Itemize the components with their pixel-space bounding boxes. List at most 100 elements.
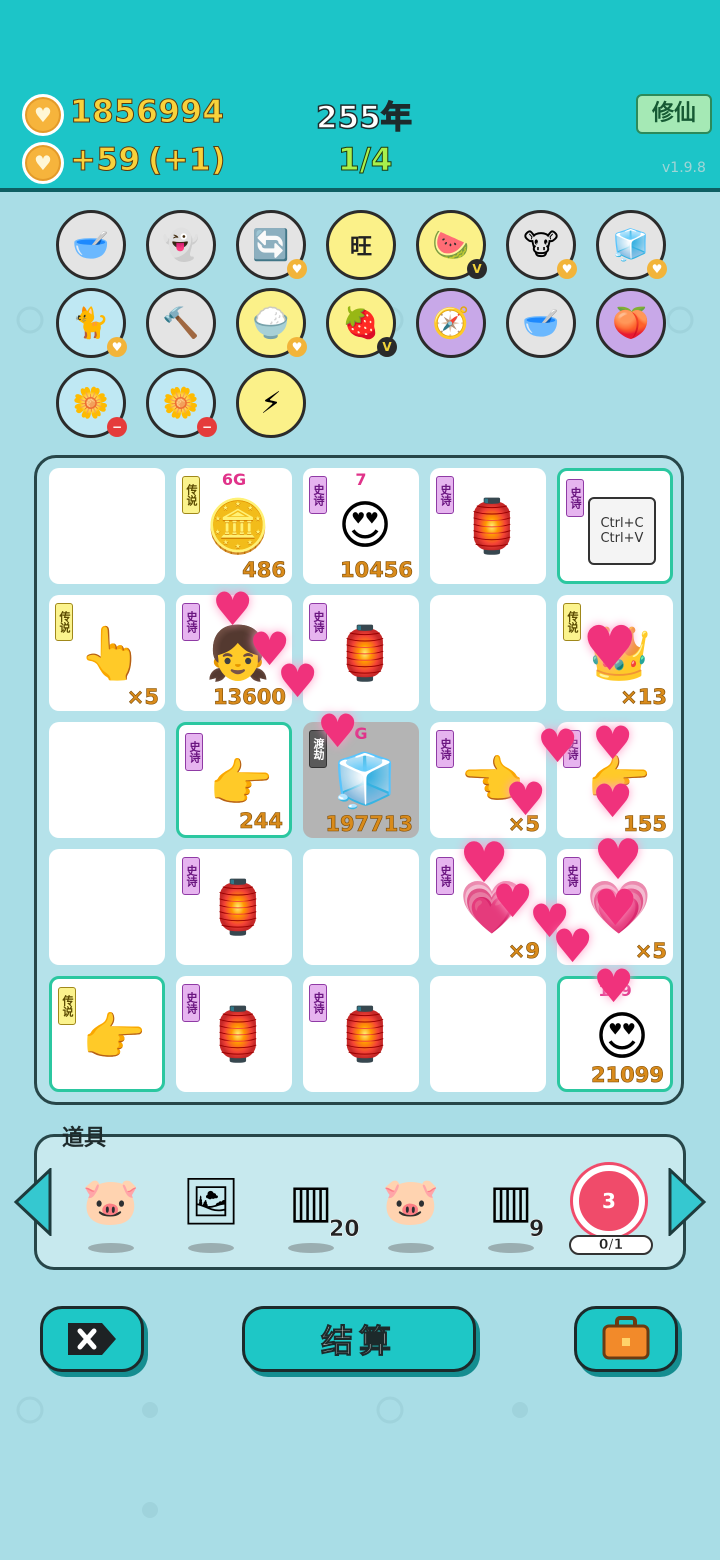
board-cell[interactable]: 史诗 🏮 bbox=[176, 976, 292, 1092]
ability-glyph: 🔨 bbox=[162, 305, 200, 341]
ability-glyph: 🥣 bbox=[72, 227, 110, 263]
board-cell[interactable] bbox=[49, 722, 165, 838]
vip-badge-icon: V bbox=[377, 337, 397, 357]
board-cell[interactable]: 史诗 🏮 bbox=[430, 468, 546, 584]
cell-item-icon: 🏮 bbox=[205, 877, 271, 938]
cell-value: 486 bbox=[242, 558, 286, 583]
board-cell[interactable]: 史诗 😍 7 10456 bbox=[303, 468, 419, 584]
minus-badge-icon: − bbox=[197, 417, 217, 437]
cat-back-icon[interactable]: 🐈 ♥ bbox=[56, 288, 127, 358]
cell-top-label: 109 bbox=[598, 981, 632, 1000]
header-bar: ♥ 1856994 ♥ +59 (+1) 255年 1/4 修仙 v1.9.8 bbox=[0, 0, 720, 192]
items-panel: 🐷 🖼 ▥ 20 🐷 ▥ 9 3 0/1 bbox=[34, 1134, 686, 1270]
cell-value: 10456 bbox=[339, 558, 414, 583]
cell-item-icon: 👆 bbox=[78, 623, 144, 684]
hammer-icon[interactable]: 🔨 bbox=[146, 288, 216, 358]
eyepatch-peach-icon[interactable]: 🍑 bbox=[596, 288, 666, 358]
piggy-bank-icon[interactable]: 🐷 bbox=[73, 1165, 149, 1237]
board-cell[interactable]: 传说 👉 bbox=[49, 976, 165, 1092]
vip-badge-icon: V bbox=[467, 259, 487, 279]
lightning-icon[interactable]: ⚡ bbox=[236, 368, 306, 438]
ghost-icon[interactable]: 👻 bbox=[146, 210, 216, 280]
board-cell[interactable]: 史诗 👧 13600 bbox=[176, 595, 292, 711]
cell-item-icon: 🏮 bbox=[459, 496, 525, 557]
fruit-basket-icon[interactable]: 🍓 V bbox=[326, 288, 397, 358]
cell-top-label: G bbox=[354, 724, 368, 743]
rice-bowl-icon[interactable]: 🍚 ♥ bbox=[236, 288, 307, 358]
item-glyph: ▥ bbox=[289, 1174, 333, 1228]
board-cell[interactable]: 史诗 Ctrl+C Ctrl+V bbox=[557, 468, 673, 584]
board-cell[interactable]: 史诗 🏮 bbox=[303, 976, 419, 1092]
board-cell[interactable]: 史诗 💗 ×9 bbox=[430, 849, 546, 965]
cell-value: 244 bbox=[239, 809, 283, 834]
flower-pot-icon-2[interactable]: 🌼 − bbox=[146, 368, 217, 438]
cell-value: 155 bbox=[623, 812, 667, 837]
cell-value: ×5 bbox=[507, 812, 540, 837]
stage-progress: 1/4 bbox=[337, 142, 393, 179]
board-cell[interactable]: 传说 👑 ×13 bbox=[557, 595, 673, 711]
sugar-cubes-icon[interactable]: 🧊 ♥ bbox=[596, 210, 667, 280]
board-cell[interactable] bbox=[430, 595, 546, 711]
fruit-platter-icon[interactable]: 🍉 V bbox=[416, 210, 487, 280]
board-cell[interactable]: 传说 👆 ×5 bbox=[49, 595, 165, 711]
dog-food-bowl-icon[interactable]: 🥣 bbox=[56, 210, 126, 280]
heart-badge-icon: ♥ bbox=[647, 259, 667, 279]
board-cell[interactable]: 史诗 💗 ×5 bbox=[557, 849, 673, 965]
target-icon[interactable]: 3 bbox=[571, 1165, 647, 1237]
ability-glyph: ⚡ bbox=[260, 385, 282, 421]
board-cell[interactable]: 史诗 🏮 bbox=[303, 595, 419, 711]
cell-item-icon: 🏮 bbox=[205, 1004, 271, 1065]
board-cell[interactable] bbox=[49, 468, 165, 584]
income-bonus: (+1) bbox=[148, 142, 226, 179]
bag-button[interactable] bbox=[574, 1306, 678, 1372]
board-cell[interactable] bbox=[49, 849, 165, 965]
cell-value: ×5 bbox=[126, 685, 159, 710]
merge-board: 传说 🪙 6G 486 史诗 😍 7 10456 史诗 🏮 史诗 Ctrl+C Ctrl+V 传说 👆 ×5… bbox=[34, 455, 684, 1105]
board-cell[interactable]: 史诗 👈 ×5 bbox=[430, 722, 546, 838]
close-tag-icon bbox=[68, 1323, 116, 1355]
cell-item-icon: 👈 bbox=[459, 750, 525, 811]
cow-toys-icon[interactable]: 🐮 ♥ bbox=[506, 210, 577, 280]
board-cell[interactable]: 史诗 👉 244 bbox=[176, 722, 292, 838]
cell-item-icon: 🪙 bbox=[205, 496, 271, 557]
item-count: 0/1 bbox=[569, 1235, 653, 1255]
refresh-icon[interactable]: 🔄 ♥ bbox=[236, 210, 307, 280]
flower-pot-icon[interactable]: 🌼 − bbox=[56, 368, 127, 438]
compass-icon[interactable]: 🧭 bbox=[416, 288, 486, 358]
briefcase-icon bbox=[602, 1316, 650, 1360]
heart-badge-icon: ♥ bbox=[287, 259, 307, 279]
item-shadow bbox=[188, 1243, 234, 1253]
board-cell[interactable]: 传说 🪙 6G 486 bbox=[176, 468, 292, 584]
board-cell[interactable]: 史诗 🏮 bbox=[176, 849, 292, 965]
cultivate-button[interactable]: 修仙 bbox=[636, 94, 712, 134]
picture-frame-icon[interactable]: 🖼 bbox=[173, 1165, 249, 1237]
items-prev-arrow[interactable] bbox=[12, 1168, 52, 1236]
board-cell[interactable]: 史诗 👉 155 bbox=[557, 722, 673, 838]
ability-glyph: 🍚 bbox=[252, 305, 290, 341]
board-cell[interactable]: 😍 109 21099 bbox=[557, 976, 673, 1092]
cell-value: ×9 bbox=[507, 939, 540, 964]
board-cell[interactable] bbox=[430, 976, 546, 1092]
item-glyph: 🐷 bbox=[82, 1173, 140, 1228]
ability-glyph: 🐈 bbox=[72, 305, 110, 341]
settle-button[interactable]: 结算 bbox=[242, 1306, 476, 1372]
wang-text-icon[interactable]: 旺 bbox=[326, 210, 396, 280]
ability-glyph: 旺 bbox=[349, 235, 372, 260]
version-label: v1.9.8 bbox=[662, 160, 706, 176]
ability-glyph: 🧊 bbox=[612, 227, 650, 263]
cell-item-icon: 👧 bbox=[205, 623, 271, 684]
board-cell[interactable]: 渡劫 🧊 G 197713 bbox=[303, 722, 419, 838]
item-shadow bbox=[488, 1243, 534, 1253]
ability-glyph: 🍓 bbox=[342, 305, 380, 341]
items-next-arrow[interactable] bbox=[668, 1168, 708, 1236]
cell-item-icon: 👉 bbox=[586, 750, 652, 811]
cell-item-icon: 🧊 bbox=[332, 750, 398, 811]
cell-item-icon: 👑 bbox=[586, 623, 652, 684]
dog-food-bowl-icon-2[interactable]: 🥣 bbox=[506, 288, 576, 358]
cell-top-label: 7 bbox=[355, 470, 367, 489]
exit-button[interactable] bbox=[40, 1306, 144, 1372]
board-cell[interactable] bbox=[303, 849, 419, 965]
piggy-bank-icon-2[interactable]: 🐷 bbox=[373, 1165, 449, 1237]
income-value: +59 bbox=[70, 142, 141, 179]
minus-badge-icon: − bbox=[107, 417, 127, 437]
